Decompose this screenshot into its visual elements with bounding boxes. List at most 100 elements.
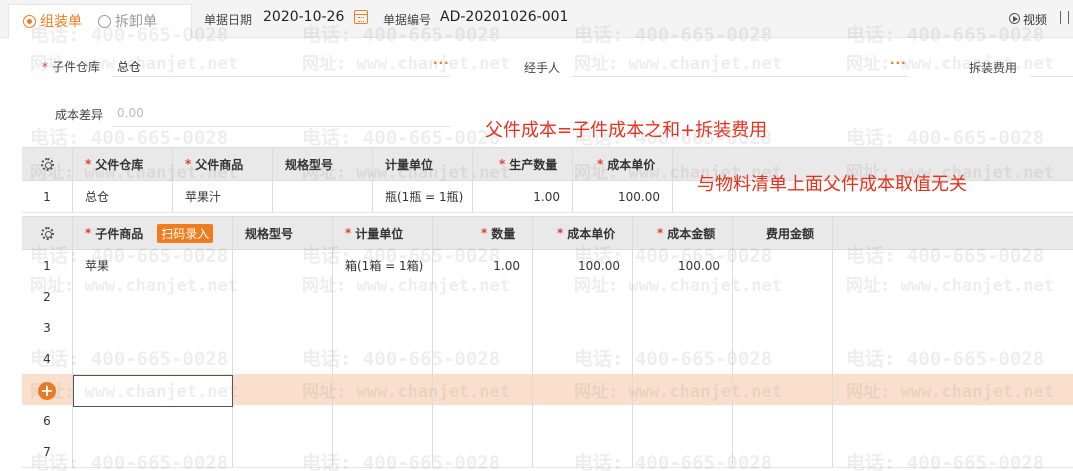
child-amount-cell[interactable]: [633, 312, 733, 343]
child-unit-cost-cell[interactable]: [533, 281, 633, 312]
child-spec-cell[interactable]: [233, 343, 333, 374]
more-icon[interactable]: [1068, 11, 1070, 24]
child-spec-cell[interactable]: [233, 281, 333, 312]
child-unit-cost-cell[interactable]: [533, 436, 633, 467]
col-child-unit-cost[interactable]: * 成本单价: [533, 217, 633, 249]
child-product-cell[interactable]: [73, 281, 233, 312]
parent-unit-cost-cell[interactable]: 100.00: [573, 181, 673, 212]
note-annotation: 与物料清单上面父件成本取值无关: [697, 174, 967, 195]
parent-warehouse-cell[interactable]: 总仓: [73, 181, 173, 212]
child-qty-cell[interactable]: [433, 436, 533, 467]
required-mark: *: [85, 226, 92, 240]
child-unit-cell[interactable]: [333, 312, 433, 343]
child-unit-cell[interactable]: 箱(1箱 = 1箱): [333, 250, 433, 281]
radio-disassembly[interactable]: 拆卸单: [98, 13, 157, 30]
child-fee-cell[interactable]: [733, 405, 833, 436]
table-row[interactable]: 7: [22, 436, 1073, 468]
child-amount-cell[interactable]: [633, 405, 733, 436]
col-child-spec[interactable]: 规格型号: [233, 217, 333, 249]
col-parent-unit[interactable]: 计量单位: [373, 148, 473, 180]
child-qty-cell[interactable]: [433, 281, 533, 312]
child-fee-cell[interactable]: [733, 312, 833, 343]
code-label: 单据编号: [383, 13, 432, 27]
radio-assembly[interactable]: 组装单: [23, 13, 82, 30]
child-qty-cell[interactable]: [433, 312, 533, 343]
col-child-fee[interactable]: 费用金额: [733, 217, 833, 249]
col-parent-unit-label: 计量单位: [385, 157, 434, 172]
child-amount-cell[interactable]: [633, 436, 733, 467]
table-row[interactable]: 6: [22, 405, 1073, 437]
table-row[interactable]: 4: [22, 343, 1073, 375]
child-unit-cell[interactable]: [333, 343, 433, 374]
fee-field[interactable]: [1030, 76, 1073, 77]
child-fee-cell[interactable]: [733, 343, 833, 374]
child-fee-cell[interactable]: [733, 374, 833, 405]
child-unit-cell[interactable]: [333, 405, 433, 436]
child-product-cell[interactable]: 苹果: [73, 250, 233, 281]
child-unit-cost-cell[interactable]: [533, 374, 633, 405]
child-spec-cell[interactable]: [233, 374, 333, 405]
table-row[interactable]: 2: [22, 281, 1073, 313]
handler-more-button[interactable]: ···: [890, 56, 907, 70]
child-spec-cell[interactable]: [233, 250, 333, 281]
col-parent-unit-cost[interactable]: * 成本单价: [573, 148, 673, 180]
calendar-icon[interactable]: [354, 10, 368, 24]
video-button[interactable]: 视频: [1023, 11, 1047, 28]
child-settings-cell[interactable]: [22, 217, 73, 249]
child-unit-cell[interactable]: [333, 436, 433, 467]
child-unit-cell[interactable]: [333, 374, 433, 405]
col-child-unit[interactable]: * 计量单位: [333, 217, 433, 249]
handler-field[interactable]: [572, 76, 908, 77]
code-value[interactable]: AD-20201026-001: [440, 9, 568, 25]
child-qty-cell[interactable]: 1.00: [433, 250, 533, 281]
child-spec-cell[interactable]: [233, 405, 333, 436]
parent-qty-cell[interactable]: 1.00: [473, 181, 573, 212]
required-mark: *: [345, 226, 352, 240]
child-unit-cost-cell[interactable]: [533, 343, 633, 374]
child-fee-cell[interactable]: [733, 436, 833, 467]
col-child-product[interactable]: * 子件商品 扫码录入: [73, 217, 233, 249]
child-fee-cell[interactable]: [733, 250, 833, 281]
table-row[interactable]: 1 苹果 箱(1箱 = 1箱) 1.00 100.00 100.00: [22, 250, 1073, 282]
child-product-cell[interactable]: [73, 405, 233, 436]
child-qty-cell[interactable]: [433, 343, 533, 374]
table-row[interactable]: 3: [22, 312, 1073, 344]
active-cell-editor[interactable]: [73, 375, 233, 407]
play-icon[interactable]: [1009, 13, 1020, 24]
parent-unit-cell[interactable]: 瓶(1瓶 = 1瓶): [373, 181, 473, 212]
child-warehouse-value[interactable]: 总仓: [117, 58, 141, 75]
child-product-cell[interactable]: [73, 312, 233, 343]
child-unit-cost-cell[interactable]: [533, 312, 633, 343]
child-qty-cell[interactable]: [433, 374, 533, 405]
child-product-cell[interactable]: [73, 436, 233, 467]
child-amount-cell[interactable]: [633, 374, 733, 405]
child-unit-cost-cell[interactable]: 100.00: [533, 250, 633, 281]
child-spec-cell[interactable]: [233, 436, 333, 467]
handler-label: 经手人: [524, 61, 561, 75]
col-parent-qty[interactable]: * 生产数量: [473, 148, 573, 180]
date-value[interactable]: 2020-10-26: [263, 9, 344, 25]
col-parent-warehouse[interactable]: * 父件仓库: [73, 148, 173, 180]
child-warehouse-more-button[interactable]: ···: [433, 56, 450, 70]
child-amount-cell[interactable]: [633, 281, 733, 312]
gear-icon[interactable]: [40, 226, 54, 240]
col-child-qty[interactable]: * 数量: [433, 217, 533, 249]
child-unit-cost-cell[interactable]: [533, 405, 633, 436]
col-child-amount[interactable]: * 成本金额: [633, 217, 733, 249]
parent-spec-cell[interactable]: [273, 181, 373, 212]
add-row-icon[interactable]: +: [38, 382, 56, 400]
child-fee-cell[interactable]: [733, 281, 833, 312]
child-amount-cell[interactable]: 100.00: [633, 250, 733, 281]
gear-icon[interactable]: [40, 157, 54, 171]
child-spec-cell[interactable]: [233, 312, 333, 343]
child-product-cell[interactable]: [73, 343, 233, 374]
row-number: 3: [22, 312, 73, 343]
scan-entry-button[interactable]: 扫码录入: [157, 223, 214, 243]
child-amount-cell[interactable]: [633, 343, 733, 374]
col-parent-product[interactable]: * 父件商品: [173, 148, 273, 180]
col-parent-spec[interactable]: 规格型号: [273, 148, 373, 180]
parent-settings-cell[interactable]: [22, 148, 73, 180]
parent-product-cell[interactable]: 苹果汁: [173, 181, 273, 212]
child-unit-cell[interactable]: [333, 281, 433, 312]
child-qty-cell[interactable]: [433, 405, 533, 436]
